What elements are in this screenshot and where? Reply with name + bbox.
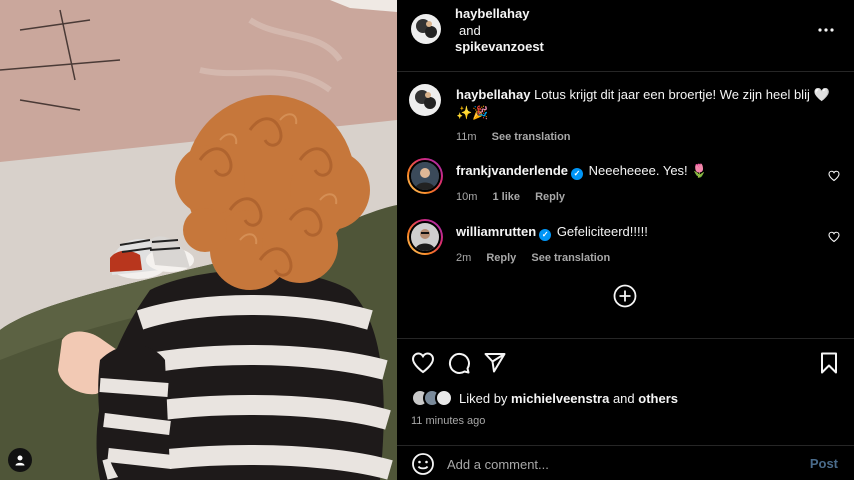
add-comment-bar: Post	[397, 445, 854, 480]
post-photo[interactable]	[0, 0, 397, 480]
see-translation-link[interactable]: See translation	[531, 252, 610, 264]
comment-time[interactable]: 2m	[456, 252, 471, 264]
more-options-button[interactable]	[816, 20, 836, 40]
reply-button[interactable]: Reply	[486, 252, 516, 264]
add-comment-input[interactable]	[447, 454, 787, 474]
comment-body: frankjvanderlende ✓ Neeeheeee. Yes! 🌷 10m…	[456, 162, 818, 206]
share-paper-plane-icon[interactable]	[483, 351, 507, 375]
liked-by-text: Liked by michielveenstra and others	[459, 391, 678, 406]
liked-by-prefix: Liked by	[459, 390, 508, 406]
load-more-comments-icon[interactable]	[613, 284, 637, 308]
comment-likes-count[interactable]: 1 like	[492, 191, 520, 203]
like-comment-heart-icon[interactable]	[828, 170, 840, 182]
post-timestamp[interactable]: 11 minutes ago	[411, 415, 485, 427]
like-heart-icon[interactable]	[411, 351, 435, 375]
save-bookmark-icon[interactable]	[817, 351, 841, 375]
coauthor-username[interactable]: spikevanzoest	[455, 39, 544, 54]
caption-meta: 11m See translation	[456, 128, 834, 146]
comment-time[interactable]: 10m	[456, 191, 477, 203]
user-tag-icon	[15, 455, 25, 466]
post-details-panel: haybellahay and spikevanzoest haybellaha…	[397, 0, 854, 480]
post-comment-button[interactable]: Post	[810, 456, 838, 471]
comment-meta: 2m Reply See translation	[456, 249, 818, 267]
avatar[interactable]	[411, 14, 441, 44]
avatar[interactable]	[409, 84, 441, 116]
comment-username[interactable]: frankjvanderlende	[456, 163, 568, 178]
photo-illustration	[0, 0, 397, 480]
comment-body: williamrutten ✓ Gefeliciteerd!!!!! 2m Rep…	[456, 223, 818, 267]
caption-body: haybellahay Lotus krijgt dit jaar een br…	[456, 86, 834, 146]
post-actions-section: Liked by michielveenstra and others 11 m…	[397, 338, 854, 480]
liked-by-row: Liked by michielveenstra and others	[411, 389, 678, 407]
emoji-icon[interactable]	[411, 452, 435, 476]
liked-by-and: and	[612, 390, 635, 406]
author-username[interactable]: haybellahay	[455, 6, 529, 21]
avatar[interactable]	[407, 219, 443, 255]
caption-time[interactable]: 11m	[456, 131, 477, 143]
liked-by-others-link[interactable]: others	[638, 391, 678, 406]
liked-by-username[interactable]: michielveenstra	[511, 391, 609, 406]
like-comment-heart-icon[interactable]	[828, 231, 840, 243]
caption-username[interactable]: haybellahay	[456, 87, 530, 102]
post-header: haybellahay and spikevanzoest	[397, 0, 854, 72]
authors-conjunction: and	[459, 22, 481, 38]
verified-badge-icon: ✓	[571, 168, 583, 180]
reply-button[interactable]: Reply	[535, 191, 565, 203]
comment-meta: 10m 1 like Reply	[456, 188, 818, 206]
user-tag-button[interactable]	[8, 448, 32, 472]
verified-badge-icon: ✓	[539, 229, 552, 241]
caption-text: Lotus krijgt dit jaar een broertje! We z…	[534, 87, 810, 102]
more-horizontal-icon	[818, 28, 834, 32]
see-translation-link[interactable]: See translation	[492, 131, 571, 143]
avatar[interactable]	[407, 158, 443, 194]
avatar	[435, 389, 453, 407]
post-authors: haybellahay and spikevanzoest	[455, 6, 544, 56]
comment-bubble-icon[interactable]	[447, 351, 471, 375]
comment-text: Neeeheeee. Yes! 🌷	[588, 163, 708, 178]
comment-text: Gefeliciteerd!!!!!	[556, 224, 648, 239]
comment-username[interactable]: williamrutten	[456, 224, 536, 239]
